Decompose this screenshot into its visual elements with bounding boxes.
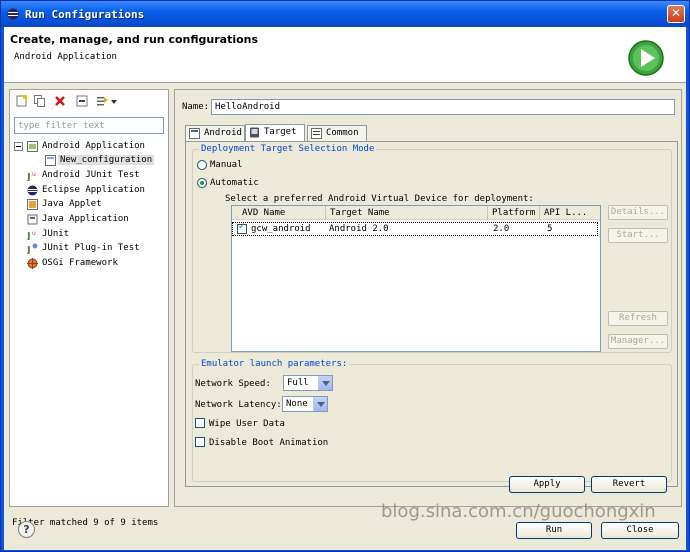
revert-button[interactable]: Revert	[591, 476, 667, 493]
svg-text:u: u	[32, 171, 36, 178]
junit-plugin-icon: J	[27, 243, 38, 254]
avd-select-checkbox[interactable]	[237, 222, 247, 234]
svg-text:J: J	[27, 231, 31, 240]
collapse-all-icon[interactable]	[76, 95, 88, 107]
run-icon	[628, 40, 664, 76]
filter-input[interactable]: type filter text	[14, 117, 164, 134]
emulator-group-title: Emulator launch parameters:	[199, 359, 350, 369]
chevron-down-icon[interactable]	[110, 95, 118, 107]
delete-icon[interactable]	[54, 95, 66, 107]
chevron-down-icon[interactable]	[313, 397, 327, 411]
collapse-toggle-icon[interactable]	[14, 142, 23, 151]
automatic-radio[interactable]	[197, 178, 207, 188]
start-button[interactable]: Start...	[608, 228, 668, 243]
automatic-label: Automatic	[210, 178, 259, 188]
avd-prompt: Select a preferred Android Virtual Devic…	[225, 194, 534, 204]
col-api-level[interactable]: API L...	[540, 206, 598, 220]
manual-label: Manual	[210, 160, 243, 170]
duplicate-icon[interactable]	[34, 95, 46, 107]
wipe-user-data-label: Wipe User Data	[209, 419, 285, 429]
run-configurations-window: Run Configurations ✕ Create, manage, and…	[0, 0, 690, 552]
network-latency-select[interactable]: None	[282, 396, 328, 412]
refresh-button[interactable]: Refresh	[608, 311, 668, 326]
header-title: Create, manage, and run configurations	[10, 33, 259, 46]
disable-boot-animation-checkbox[interactable]	[195, 437, 205, 447]
col-target-name[interactable]: Target Name	[326, 206, 488, 220]
target-tab-icon	[250, 127, 259, 138]
deployment-group: Deployment Target Selection Mode Manual …	[192, 144, 672, 353]
network-latency-label: Network Latency:	[195, 400, 282, 410]
avd-api-cell: 5	[547, 224, 553, 234]
tab-android[interactable]: Android	[185, 125, 245, 141]
common-tab-icon	[311, 128, 322, 139]
avd-table-header: AVD Name Target Name Platform API L...	[232, 206, 600, 220]
avd-platform-cell: 2.0	[493, 224, 510, 234]
configuration-editor: Name: HelloAndroid Android Target Common	[174, 89, 682, 507]
manual-radio[interactable]	[197, 160, 207, 170]
watermark: blog.sina.com.cn/guochongxin	[381, 501, 656, 522]
avd-table: AVD Name Target Name Platform API L... g…	[231, 205, 601, 352]
junit-icon: Ju	[27, 171, 36, 181]
col-platform[interactable]: Platform	[488, 206, 540, 220]
android-tab-icon	[189, 128, 200, 139]
help-icon[interactable]: ?	[18, 521, 35, 538]
osgi-icon	[27, 258, 38, 269]
close-button[interactable]: Close	[601, 522, 679, 539]
avd-target-cell: Android 2.0	[329, 224, 389, 234]
close-window-button[interactable]: ✕	[667, 5, 685, 23]
emulator-group: Emulator launch parameters: Network Spee…	[192, 359, 672, 482]
name-label: Name:	[182, 102, 210, 112]
filter-icon[interactable]	[96, 95, 108, 107]
deployment-group-title: Deployment Target Selection Mode	[199, 144, 377, 154]
configuration-list-panel: type filter text Android Application New…	[9, 89, 169, 507]
config-icon	[45, 155, 56, 166]
network-speed-label: Network Speed:	[195, 379, 271, 389]
title-bar[interactable]: Run Configurations ✕	[1, 1, 689, 27]
details-button[interactable]: Details...	[608, 205, 668, 220]
run-button[interactable]: Run	[516, 522, 592, 539]
eclipse-icon	[27, 185, 38, 196]
table-row[interactable]: gcw_android Android 2.0 2.0 5	[232, 222, 598, 236]
java-app-icon	[27, 214, 38, 225]
tab-common[interactable]: Common	[307, 125, 367, 141]
avd-name-cell: gcw_android	[251, 224, 311, 234]
svg-text:J: J	[27, 245, 31, 254]
list-toolbar	[14, 93, 164, 111]
chevron-down-icon[interactable]	[318, 376, 332, 390]
svg-text:u: u	[32, 230, 36, 237]
eclipse-icon	[7, 8, 19, 20]
wipe-user-data-checkbox[interactable]	[195, 418, 205, 428]
col-avd-name[interactable]: AVD Name	[232, 206, 326, 220]
disable-boot-animation-label: Disable Boot Animation	[209, 438, 329, 448]
window-title: Run Configurations	[25, 8, 145, 21]
apply-button[interactable]: Apply	[509, 476, 585, 493]
header-subtitle: Android Application	[14, 52, 117, 62]
dialog-client: Create, manage, and run configurations A…	[4, 27, 686, 550]
name-field[interactable]: HelloAndroid	[211, 99, 675, 115]
new-config-icon[interactable]	[16, 95, 28, 107]
applet-icon	[27, 199, 38, 210]
manager-button[interactable]: Manager...	[608, 334, 668, 349]
android-app-icon	[27, 141, 38, 152]
dialog-header: Create, manage, and run configurations A…	[4, 27, 686, 83]
target-tab-body: Deployment Target Selection Mode Manual …	[185, 141, 678, 487]
network-speed-select[interactable]: Full	[283, 375, 333, 391]
tab-target[interactable]: Target	[245, 124, 305, 142]
junit-icon: Ju	[27, 230, 36, 240]
svg-text:J: J	[27, 172, 31, 181]
